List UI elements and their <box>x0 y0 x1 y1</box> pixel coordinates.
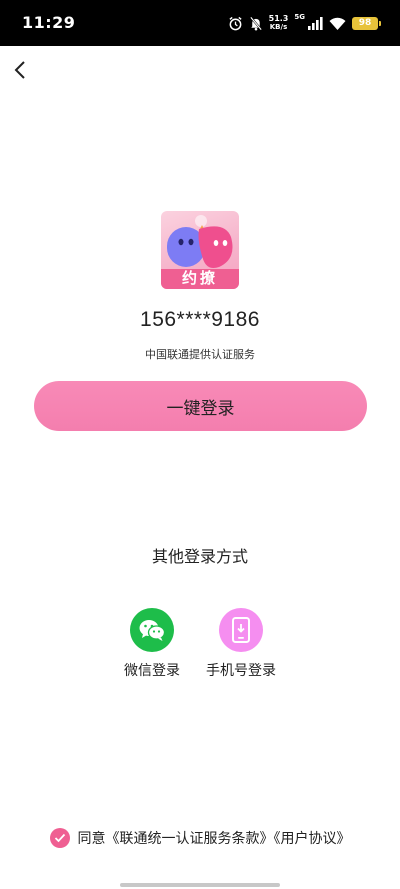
masked-phone-number: 156****9186 <box>140 308 260 331</box>
net-speed-value: 51.3 <box>268 14 289 23</box>
status-time: 11:29 <box>22 13 76 32</box>
home-indicator[interactable] <box>120 883 280 887</box>
wechat-login-label: 微信登录 <box>124 663 180 679</box>
alarm-icon <box>228 16 243 31</box>
back-button[interactable] <box>6 56 34 84</box>
logo-text: 约撩 <box>181 269 218 287</box>
net-speed-unit: KB/s <box>269 23 288 31</box>
network-type: 5G <box>294 13 305 21</box>
chevron-left-icon <box>14 61 25 79</box>
mute-bell-icon <box>249 16 263 31</box>
phone-login-option[interactable]: 手机号登录 <box>191 608 291 680</box>
agreement-text: 同意《联通统一认证服务条款》《用户协议》 <box>78 828 351 848</box>
net-speed: 51.3 KB/s <box>268 14 289 32</box>
signal-icon <box>307 16 323 30</box>
battery-level: 98 <box>358 18 372 28</box>
user-agreement-link[interactable]: 《用户协议》 <box>274 831 351 847</box>
agreement-checkbox[interactable] <box>49 828 70 848</box>
carrier-terms-link[interactable]: 《联通统一认证服务条款》 <box>106 831 274 847</box>
status-icons: 51.3 KB/s 5G 98 <box>228 12 381 34</box>
app-logo: 约撩 <box>161 211 239 289</box>
other-login-title: 其他登录方式 <box>151 547 248 566</box>
phone-icon[interactable] <box>219 608 263 652</box>
battery-icon: 98 <box>352 16 381 30</box>
checkmark-icon <box>54 833 65 843</box>
wifi-icon <box>329 17 346 30</box>
carrier-auth-text: 中国联通提供认证服务 <box>145 348 255 361</box>
agreement-row: 同意《联通统一认证服务条款》《用户协议》 <box>0 828 400 848</box>
status-bar: 11:29 51.3 KB/s 5G 98 <box>0 0 400 46</box>
wechat-login-option[interactable]: 微信登录 <box>102 608 202 680</box>
agreement-prefix: 同意 <box>77 831 106 847</box>
one-click-login-button[interactable]: 一键登录 <box>34 381 367 431</box>
wechat-icon[interactable] <box>130 608 174 652</box>
phone-login-label: 手机号登录 <box>206 663 276 679</box>
